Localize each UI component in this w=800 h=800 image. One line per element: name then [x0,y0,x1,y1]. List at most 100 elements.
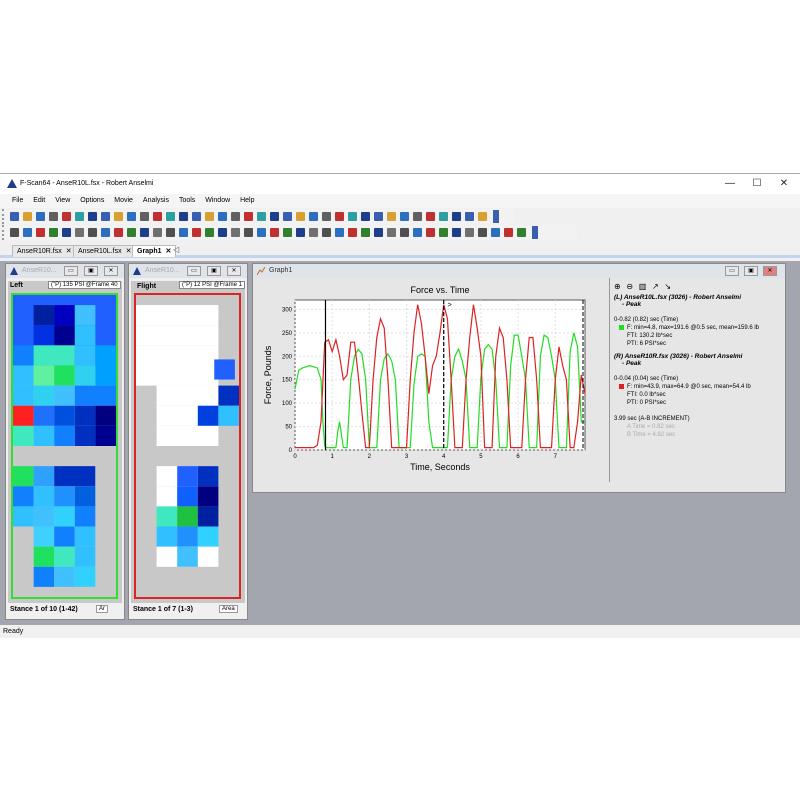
toolbar-button[interactable] [504,228,513,237]
toolbar-button[interactable] [387,228,396,237]
toolbar-button[interactable] [322,228,331,237]
toolbar-overflow-button[interactable] [493,210,499,223]
toolbar-button[interactable] [413,212,422,221]
restore-icon[interactable]: ▣ [207,266,221,276]
toolbar-button[interactable] [452,228,461,237]
menu-movie[interactable]: Movie [110,194,137,208]
toolbar-button[interactable] [374,212,383,221]
tab-scroll-left-icon[interactable]: ◁ [173,245,179,254]
right-sensor-titlebar[interactable]: AnseR10... ▭ ▣ ✕ [129,264,247,278]
minimize-icon[interactable]: ▭ [187,266,201,276]
toolbar-button[interactable] [361,228,370,237]
toolbar-button[interactable] [335,212,344,221]
close-tab-icon[interactable]: ✕ [166,248,172,255]
close-icon[interactable]: ✕ [227,266,241,276]
toolbar-button[interactable] [218,212,227,221]
chart-icon[interactable]: ▥ [639,282,647,291]
toolbar-button[interactable] [387,212,396,221]
toolbar-button[interactable] [140,212,149,221]
tab-graph1[interactable]: Graph1 ✕ [132,245,177,257]
minimize-button[interactable]: — [717,176,743,192]
close-button[interactable]: ✕ [771,176,797,192]
toolbar-button[interactable] [101,212,110,221]
toolbar-button[interactable] [270,212,279,221]
toolbar-button[interactable] [218,228,227,237]
toolbar-button[interactable] [10,212,19,221]
toolbar-button[interactable] [309,228,318,237]
toolbar-button[interactable] [491,228,500,237]
toolbar-button[interactable] [75,212,84,221]
menu-window[interactable]: Window [201,194,234,208]
tab-anser10l[interactable]: AnseR10L.fsx ✕ [73,245,137,257]
cursor-a-icon[interactable]: ↗ [652,282,659,291]
toolbar-button[interactable] [10,228,19,237]
toolbar-button[interactable] [465,212,474,221]
toolbar-button[interactable] [88,228,97,237]
toolbar-button[interactable] [348,228,357,237]
toolbar-button[interactable] [517,228,526,237]
toolbar-button[interactable] [361,212,370,221]
restore-icon[interactable]: ▣ [744,266,758,276]
toolbar-button[interactable] [166,212,175,221]
toolbar-button[interactable] [62,212,71,221]
toolbar-button[interactable] [23,212,32,221]
toolbar-button[interactable] [127,228,136,237]
toolbar-button[interactable] [400,212,409,221]
toolbar-button[interactable] [439,228,448,237]
toolbar-button[interactable] [231,228,240,237]
toolbar-button[interactable] [244,228,253,237]
right-sensor-window[interactable]: AnseR10... ▭ ▣ ✕ Flight ("P) 12 PSI @Fra… [128,263,248,620]
toolbar-button[interactable] [374,228,383,237]
menu-file[interactable]: File [8,194,27,208]
close-icon[interactable]: ✕ [763,266,777,276]
toolbar-button[interactable] [296,228,305,237]
toolbar-button[interactable] [88,212,97,221]
toolbar-button[interactable] [426,212,435,221]
toolbar-button[interactable] [75,228,84,237]
toolbar-button[interactable] [114,212,123,221]
toolbar-button[interactable] [348,212,357,221]
minimize-icon[interactable]: ▭ [64,266,78,276]
menu-analysis[interactable]: Analysis [139,194,173,208]
toolbar-button[interactable] [283,228,292,237]
toolbar-button[interactable] [413,228,422,237]
restore-icon[interactable]: ▣ [84,266,98,276]
close-tab-icon[interactable]: ✕ [126,248,132,255]
close-tab-icon[interactable]: ✕ [66,248,72,255]
graph-titlebar[interactable]: Graph1 ▭ ▣ ✕ [253,264,785,278]
left-sensor-window[interactable]: AnseR10... ▭ ▣ ✕ Left ("P) 135 PSI @Fram… [5,263,125,620]
force-time-chart[interactable]: 0501001502002503000 1 2 3 4 5 6 7>Force vs. Tim… [257,280,607,480]
toolbar-button[interactable] [270,228,279,237]
toolbar-button[interactable] [179,212,188,221]
toolbar-button[interactable] [400,228,409,237]
toolbar-button[interactable] [478,212,487,221]
menu-edit[interactable]: Edit [29,194,49,208]
toolbar-button[interactable] [192,212,201,221]
minimize-icon[interactable]: ▭ [725,266,739,276]
toolbar-button[interactable] [205,212,214,221]
toolbar-button[interactable] [231,212,240,221]
toolbar-button[interactable] [166,228,175,237]
left-pressure-map[interactable]: Left ("P) 135 PSI @Frame 40 [8,281,122,603]
toolbar-button[interactable] [335,228,344,237]
cursor-b-icon[interactable]: ↘ [664,282,671,291]
toolbar-button[interactable] [153,212,162,221]
toolbar-button[interactable] [23,228,32,237]
toolbar-overflow-button[interactable] [532,226,538,239]
toolbar-button[interactable] [452,212,461,221]
toolbar-button[interactable] [140,228,149,237]
left-measure-select[interactable]: Ar [96,605,108,613]
toolbar-button[interactable] [179,228,188,237]
toolbar-button[interactable] [426,228,435,237]
tab-anser10r[interactable]: AnseR10R.fsx ✕ [12,245,77,257]
toolbar-button[interactable] [244,212,253,221]
right-measure-select[interactable]: Area [219,605,238,613]
graph-window[interactable]: Graph1 ▭ ▣ ✕ 0 50 100 150 200 250 300 0 1 2 3 4 5 6 7 >… [252,263,786,493]
toolbar-button[interactable] [49,228,58,237]
zoom-in-icon[interactable]: ⊕ [614,282,621,291]
toolbar-button[interactable] [49,212,58,221]
menu-options[interactable]: Options [76,194,108,208]
toolbar-button[interactable] [439,212,448,221]
toolbar-button[interactable] [478,228,487,237]
toolbar-button[interactable] [62,228,71,237]
